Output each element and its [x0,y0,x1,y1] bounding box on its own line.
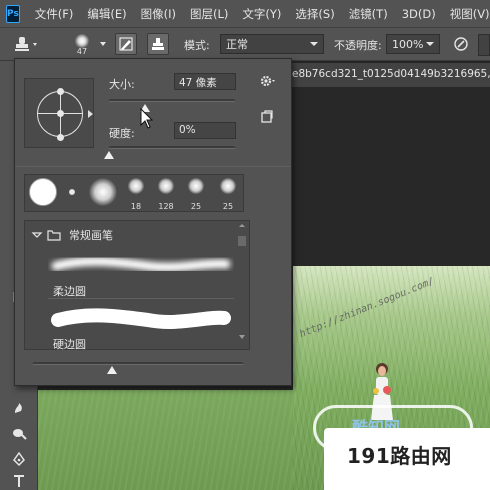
menu-image[interactable]: 图像(I) [134,6,183,22]
brush-angle-roundness-widget[interactable] [24,78,94,148]
opacity-value: 100% [392,37,424,51]
brush-list-divider [48,298,234,299]
recent-brushes-row: 18 128 25 25 [24,174,244,212]
folder-icon [47,230,61,241]
opacity-label: 不透明度: [334,39,382,52]
document-tab[interactable]: e8b76cd321_t0125d04149b3216965, RGB [292,63,490,87]
menu-3d[interactable]: 3D(D) [395,7,443,21]
preview-size-slider-track[interactable] [33,362,243,365]
soft-round-tip-icon [220,178,236,194]
mode-select-value: 正常 [226,38,248,51]
mode-select[interactable]: 正常 [220,34,324,54]
angle-arrow-icon[interactable] [88,110,93,118]
brush-item-label: 硬边圆 [53,338,86,351]
panel-divider [15,166,291,167]
size-slider-track[interactable] [109,99,235,102]
smudge-tool-icon[interactable] [9,397,29,417]
brush-dropdown-button[interactable] [99,37,107,51]
hard-stroke-preview [51,308,231,329]
preset-size: 25 [222,202,234,211]
angle-center-dot [57,110,64,117]
menu-type[interactable]: 文字(Y) [235,6,288,22]
clone-source-icon [152,38,164,50]
options-bar: 47 模式: 正常 不透明度: 100% [0,27,490,61]
preset-brush-6[interactable]: 25 [183,175,209,211]
menu-filter[interactable]: 滤镜(T) [342,6,395,22]
soft-round-tip-icon [128,178,144,194]
hard-round-tip-icon [29,178,57,206]
mode-label: 模式: [184,39,210,52]
type-tool-icon[interactable] [9,471,29,490]
preview-size-slider-thumb[interactable] [107,366,117,374]
hardness-label: 硬度: [109,127,135,140]
options-overflow[interactable] [478,34,490,56]
soft-round-tip-icon [188,178,204,194]
scrollbar-graphic [238,224,246,339]
brush-size-readout: 47 [76,47,88,56]
brush-list-scrollbar[interactable] [236,224,248,350]
pressure-opacity-button[interactable] [450,33,472,55]
menu-layer[interactable]: 图层(L) [183,6,235,22]
preset-brush-3[interactable] [87,175,119,211]
toggle-clone-source-button[interactable] [147,33,169,55]
size-label: 大小: [109,78,135,91]
size-input[interactable]: 47 像素 [174,73,236,90]
brush-group-header[interactable]: 常规画笔 [25,225,235,245]
opacity-field[interactable]: 100% [386,34,440,54]
menu-file[interactable]: 文件(F) [28,6,81,22]
panel-settings-button[interactable] [258,72,276,90]
preset-brush-1[interactable] [27,175,57,211]
site-badge-text: 191路由网 [347,444,452,468]
hardness-slider-track[interactable] [109,146,235,149]
menu-view[interactable]: 视图(V) [443,6,490,22]
photoshop-logo-icon[interactable]: Ps [6,4,20,23]
hardness-input[interactable]: 0% [174,122,236,139]
chevron-down-icon [31,232,43,238]
brush-item-label: 柔边圆 [53,285,86,298]
brush-item-soft-round[interactable] [48,248,234,278]
brush-item-hard-round[interactable] [48,304,234,334]
preset-brush-4[interactable]: 18 [123,175,149,211]
preset-brush-2[interactable] [61,175,83,211]
new-preset-button[interactable] [260,110,274,124]
preset-brush-7[interactable]: 25 [215,175,241,211]
soft-round-tip-icon [158,178,174,194]
preset-brush-5[interactable]: 128 [153,175,179,211]
roundness-handle-top[interactable] [57,88,64,95]
preset-size: 128 [158,202,174,211]
toggle-brush-settings-button[interactable] [115,33,137,55]
chevron-down-icon [426,42,434,46]
brush-settings-icon [119,37,133,51]
stamp-icon [15,37,37,51]
dodge-tool-icon[interactable] [9,423,29,443]
new-preset-icon [261,110,273,123]
preset-size: 25 [190,202,202,211]
menu-select[interactable]: 选择(S) [288,6,341,22]
tool-preset-picker[interactable] [12,34,40,56]
menu-edit[interactable]: 编辑(E) [80,6,133,22]
soft-round-tip-icon [89,178,117,206]
chevron-down-icon [310,42,318,46]
hardness-slider-thumb[interactable] [104,151,114,159]
soft-stroke-preview [51,256,231,272]
pen-tool-icon[interactable] [9,449,29,469]
mouse-cursor-icon [140,108,154,129]
small-round-tip-icon [69,189,75,195]
roundness-handle-bottom[interactable] [57,134,64,141]
photo-grass-lower [38,390,293,490]
brush-tip-icon [75,34,89,48]
gear-icon [260,75,275,87]
brush-preset-picker[interactable]: 47 [68,30,96,58]
preset-size: 18 [130,202,142,211]
pressure-pen-icon [454,37,468,51]
brush-group-name: 常规画笔 [69,229,113,242]
chevron-down-icon [100,42,106,46]
menu-bar: Ps 文件(F) 编辑(E) 图像(I) 图层(L) 文字(Y) 选择(S) 滤… [0,0,490,27]
